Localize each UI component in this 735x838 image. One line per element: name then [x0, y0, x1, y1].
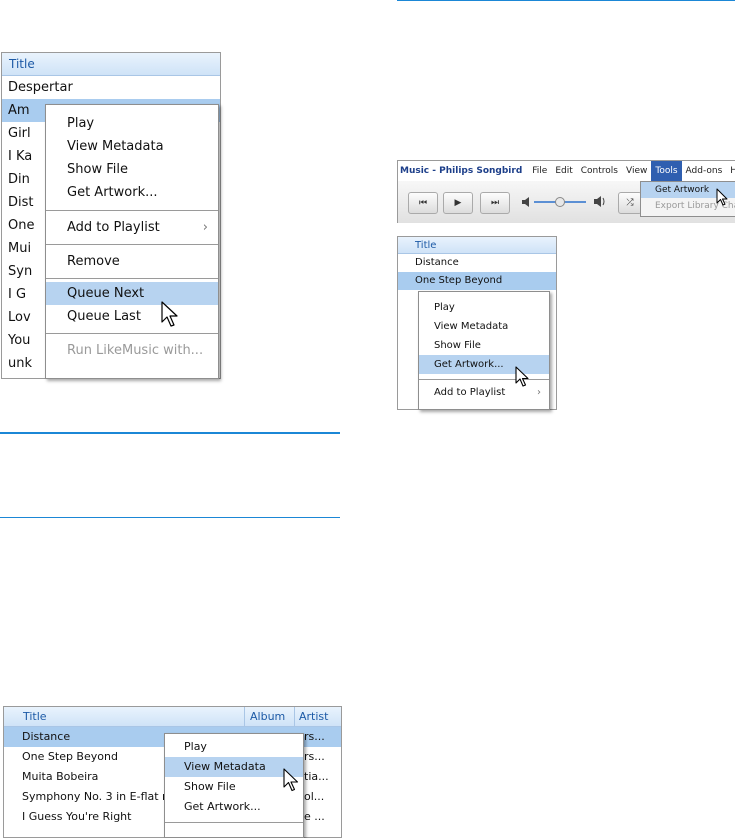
menu-item-add-to-playlist[interactable]: Add to Playlist ›	[46, 216, 218, 239]
menu-separator	[165, 822, 303, 823]
section-rule-sub	[0, 517, 340, 518]
menu-file[interactable]: File	[528, 161, 551, 181]
context-menu-2: Play View Metadata Show File Get Artwork…	[418, 291, 550, 410]
cell-artist: rs...	[304, 750, 325, 763]
cell-title: One Step Beyond	[22, 750, 118, 763]
menu-item-view-metadata[interactable]: View Metadata	[46, 135, 218, 158]
column-header-title[interactable]: Title	[2, 53, 220, 76]
column-header-album[interactable]: Album	[250, 707, 285, 727]
column-header-title[interactable]: Title	[23, 707, 47, 727]
menu-item-run-likemusic: Run LikeMusic with...	[67, 343, 204, 358]
play-button[interactable]: ▶	[443, 192, 473, 214]
menu-controls[interactable]: Controls	[577, 161, 622, 181]
column-header-artist[interactable]: Artist	[299, 707, 328, 727]
section-rule-heading	[0, 432, 340, 434]
menu-item-get-artwork[interactable]: Get Artwork...	[165, 797, 303, 817]
mouse-pointer-icon	[716, 188, 728, 206]
section-rule-top-right	[397, 0, 735, 1]
menu-item-remove[interactable]: Remove	[46, 250, 218, 273]
volume-high-icon	[594, 196, 605, 207]
menu-item-play[interactable]: Play	[419, 298, 549, 317]
menu-item-show-file[interactable]: Show File	[419, 336, 549, 355]
menu-edit[interactable]: Edit	[551, 161, 576, 181]
cell-title: Distance	[22, 730, 71, 743]
table-header: Title Album Artist	[4, 707, 341, 727]
menu-bar: Music - Philips Songbird File Edit Controls…	[398, 161, 735, 182]
menu-item-label: Add to Playlist	[434, 387, 506, 398]
cell-artist: tia...	[304, 770, 329, 783]
songbird-window-toolbar: Music - Philips Songbird File Edit Controls…	[397, 160, 735, 223]
menu-item-play[interactable]: Play	[165, 737, 303, 757]
context-menu-1: Play View Metadata Show File Get Artwork…	[45, 104, 219, 379]
cell-artist: e ...	[304, 810, 325, 823]
app-title: Music - Philips Songbird	[400, 166, 523, 176]
chevron-right-icon: ›	[202, 220, 208, 235]
menu-help[interactable]: Help	[726, 161, 735, 181]
menu-item-get-artwork[interactable]: Get Artwork...	[46, 181, 218, 204]
previous-track-button[interactable]: ⏮	[408, 192, 438, 214]
shuffle-button[interactable]: ⤮	[618, 192, 642, 214]
menu-item-label: Add to Playlist	[67, 220, 160, 235]
cell-artist: rs...	[304, 730, 325, 743]
column-divider	[294, 707, 295, 727]
column-divider	[244, 707, 245, 727]
menu-tools[interactable]: Tools	[651, 161, 682, 181]
mouse-pointer-icon	[161, 301, 178, 327]
chevron-right-icon: ›	[537, 387, 541, 398]
cell-artist: ol...	[304, 790, 325, 803]
cell-title: Symphony No. 3 in E-flat m	[22, 790, 173, 803]
table-row-selected[interactable]: One Step Beyond	[398, 272, 556, 290]
menu-view[interactable]: View	[622, 161, 651, 181]
table-row[interactable]: Distance	[398, 254, 556, 272]
menu-add-ons[interactable]: Add-ons	[682, 161, 727, 181]
menu-item-play[interactable]: Play	[46, 112, 218, 135]
menu-item-queue-last[interactable]: Queue Last	[46, 305, 218, 328]
table-row[interactable]: Despertar	[2, 76, 220, 99]
mouse-pointer-icon	[515, 366, 529, 387]
menu-item-view-metadata[interactable]: View Metadata	[419, 317, 549, 336]
next-track-button[interactable]: ⏭	[480, 192, 510, 214]
mouse-pointer-icon	[283, 768, 299, 792]
menu-item-show-file[interactable]: Show File	[46, 158, 218, 181]
column-header-title[interactable]: Title	[398, 237, 556, 254]
menu-item-queue-next[interactable]: Queue Next	[46, 282, 218, 305]
volume-slider-thumb[interactable]	[555, 197, 565, 207]
cell-title: I Guess You're Right	[22, 810, 132, 823]
cell-title: Muita Bobeira	[22, 770, 99, 783]
volume-low-icon	[522, 197, 529, 207]
